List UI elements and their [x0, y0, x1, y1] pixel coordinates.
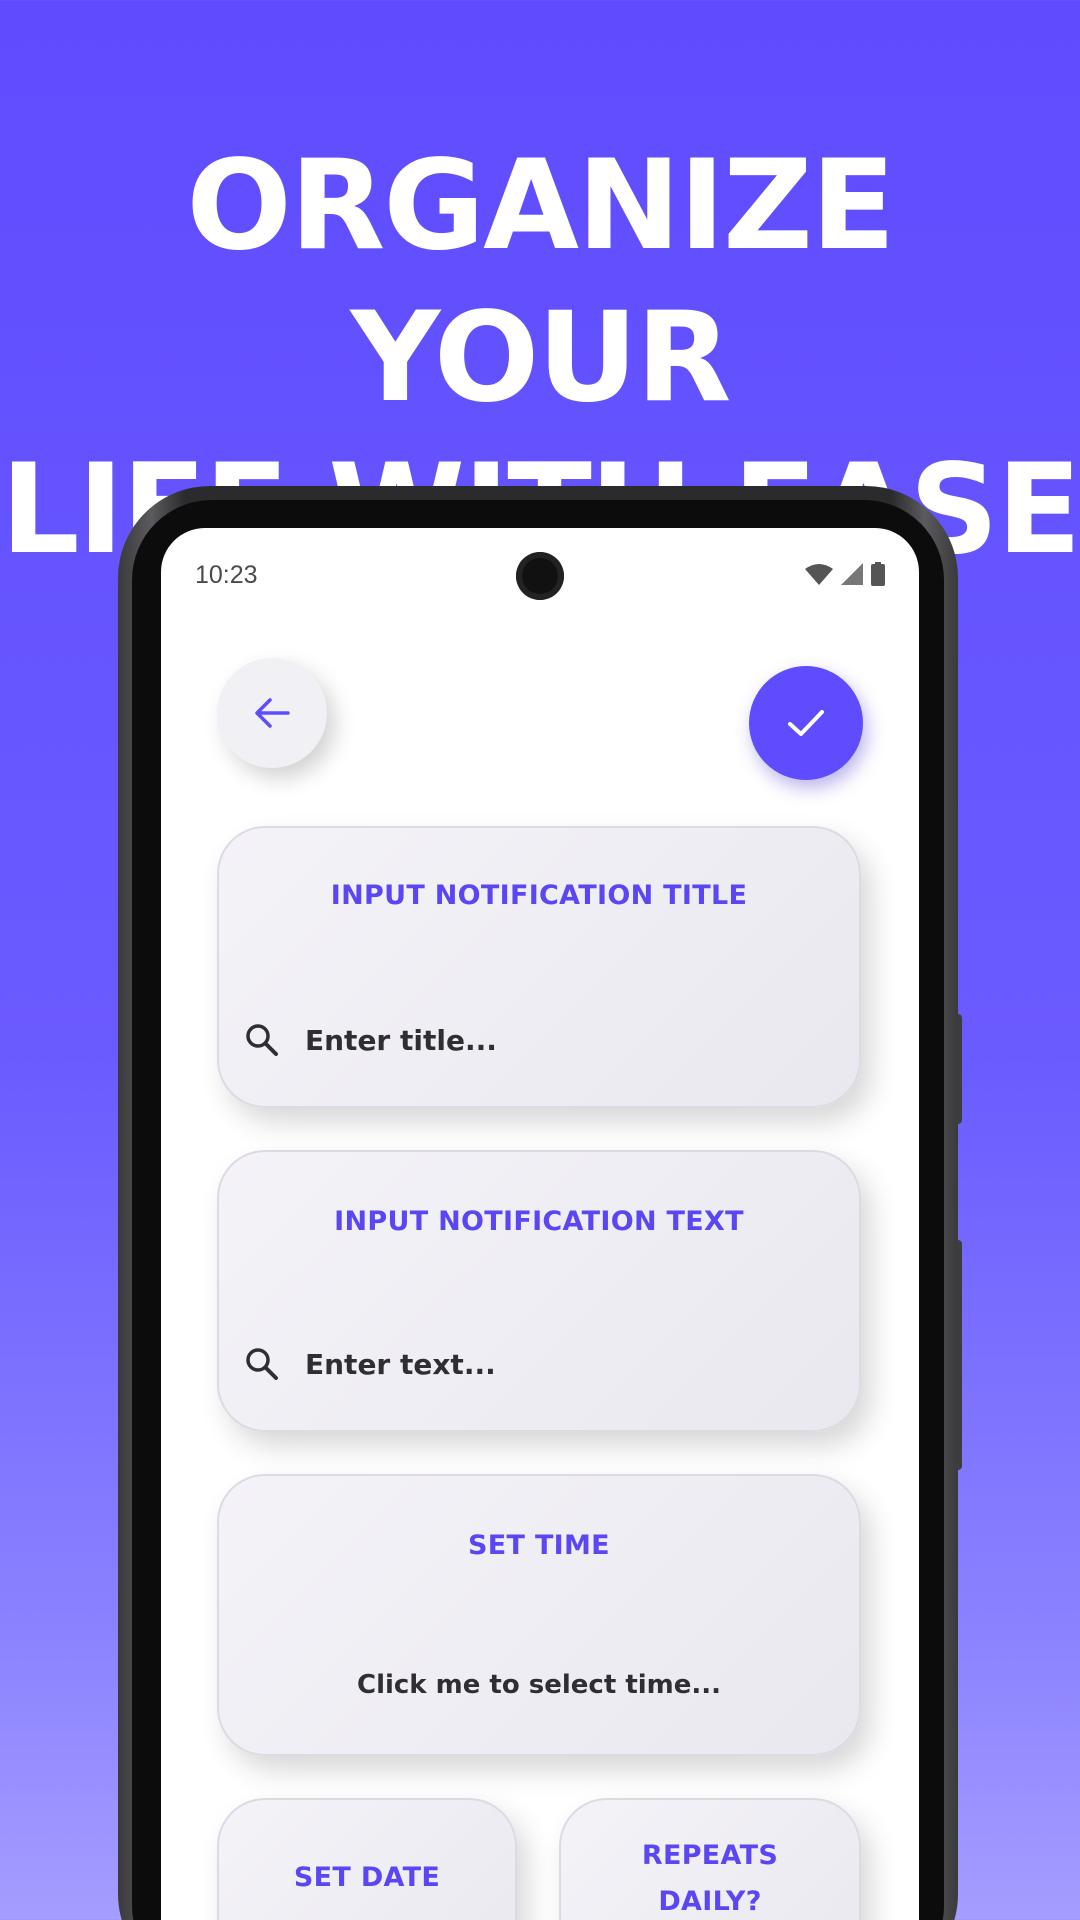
battery-icon: [871, 562, 885, 586]
repeats-daily-card[interactable]: REPEATS DAILY?: [559, 1798, 861, 1920]
search-icon: [246, 1348, 278, 1380]
notification-text-heading: INPUT NOTIFICATION TEXT: [334, 1206, 744, 1237]
phone-volume-button: [954, 1240, 962, 1470]
check-icon: [788, 710, 824, 736]
signal-icon: [841, 563, 863, 585]
status-icons: [805, 562, 885, 586]
phone-screen: 10:23 INPUT NOTIFICATION TITLE Enter tit…: [161, 528, 919, 1920]
repeats-daily-heading-line-1: REPEATS: [641, 1840, 779, 1871]
notification-text-placeholder: Enter text...: [305, 1347, 496, 1381]
set-time-card[interactable]: SET TIME Click me to select time...: [217, 1474, 861, 1756]
notification-title-placeholder: Enter title...: [305, 1023, 497, 1057]
notification-title-input[interactable]: Enter title...: [245, 1016, 825, 1064]
confirm-button[interactable]: [749, 666, 863, 780]
set-date-heading: SET DATE: [293, 1862, 441, 1893]
repeats-daily-heading-line-2: DAILY?: [658, 1886, 762, 1917]
phone-side-button: [954, 1014, 962, 1124]
notification-title-heading: INPUT NOTIFICATION TITLE: [330, 880, 748, 911]
notification-title-card: INPUT NOTIFICATION TITLE Enter title...: [217, 826, 861, 1108]
search-icon: [246, 1024, 278, 1056]
back-button[interactable]: [217, 658, 327, 768]
arrow-left-icon: [255, 698, 290, 728]
camera-cutout: [516, 552, 564, 600]
status-bar: 10:23: [161, 528, 919, 624]
wifi-icon: [805, 564, 833, 585]
notification-text-input[interactable]: Enter text...: [245, 1340, 825, 1388]
status-time: 10:23: [195, 561, 258, 589]
set-time-heading: SET TIME: [468, 1530, 610, 1561]
notification-text-card: INPUT NOTIFICATION TEXT Enter text...: [217, 1150, 861, 1432]
set-time-value: Click me to select time...: [356, 1670, 722, 1700]
set-date-card[interactable]: SET DATE: [217, 1798, 517, 1920]
headline-line-1: ORGANIZE YOUR: [186, 134, 895, 430]
